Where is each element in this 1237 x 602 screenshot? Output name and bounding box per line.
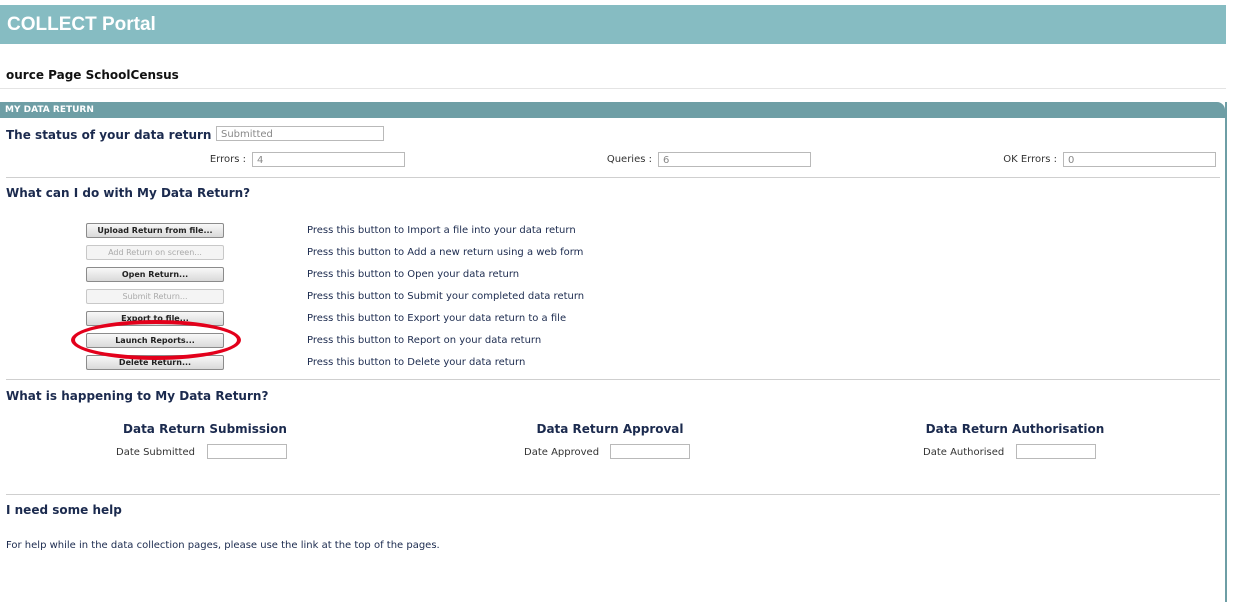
panel-header: MY DATA RETURN [0, 102, 1225, 118]
help-heading: I need some help [6, 503, 122, 517]
approval-title: Data Return Approval [536, 422, 684, 436]
divider [6, 177, 1220, 178]
add-return-button[interactable]: Add Return on screen... [86, 245, 224, 260]
authorisation-title: Data Return Authorisation [925, 422, 1105, 436]
date-submitted-label: Date Submitted [116, 447, 195, 458]
submit-return-desc: Press this button to Submit your complet… [307, 291, 585, 302]
queries-label: Queries : [606, 154, 652, 165]
open-return-desc: Press this button to Open your data retu… [307, 269, 520, 280]
data-return-panel: MY DATA RETURN The status of your data r… [0, 102, 1227, 602]
errors-label: Errors : [209, 154, 246, 165]
date-approved-field[interactable] [610, 444, 690, 459]
date-submitted-field[interactable] [207, 444, 287, 459]
export-file-button[interactable]: Export to file... [86, 311, 224, 326]
upload-return-desc: Press this button to Import a file into … [307, 225, 576, 236]
date-authorised-field[interactable] [1016, 444, 1096, 459]
date-approved-label: Date Approved [524, 447, 600, 458]
actions-heading: What can I do with My Data Return? [6, 186, 251, 200]
divider [6, 494, 1220, 495]
portal-banner: COLLECT Portal [0, 5, 1226, 44]
export-file-desc: Press this button to Export your data re… [307, 313, 567, 324]
status-field[interactable]: Submitted [216, 126, 384, 141]
submit-return-button[interactable]: Submit Return... [86, 289, 224, 304]
submission-title: Data Return Submission [123, 422, 287, 436]
date-authorised-label: Date Authorised [923, 447, 1005, 458]
queries-field[interactable]: 6 [658, 152, 811, 167]
ok-errors-field[interactable]: 0 [1063, 152, 1216, 167]
happening-heading: What is happening to My Data Return? [6, 389, 269, 403]
status-label: The status of your data return : [6, 128, 221, 142]
open-return-button[interactable]: Open Return... [86, 267, 224, 282]
errors-field[interactable]: 4 [252, 152, 405, 167]
launch-reports-desc: Press this button to Report on your data… [307, 335, 542, 346]
portal-title: COLLECT Portal [7, 14, 156, 35]
add-return-desc: Press this button to Add a new return us… [307, 247, 584, 258]
divider [6, 379, 1220, 380]
source-page-title: ource Page SchoolCensus [6, 68, 179, 82]
upload-return-button[interactable]: Upload Return from file... [86, 223, 224, 238]
help-text: For help while in the data collection pa… [6, 540, 440, 551]
delete-return-button[interactable]: Delete Return... [86, 355, 224, 370]
ok-errors-label: OK Errors : [1003, 154, 1057, 165]
launch-reports-button[interactable]: Launch Reports... [86, 333, 224, 348]
delete-return-desc: Press this button to Delete your data re… [307, 357, 526, 368]
divider [0, 88, 1226, 89]
